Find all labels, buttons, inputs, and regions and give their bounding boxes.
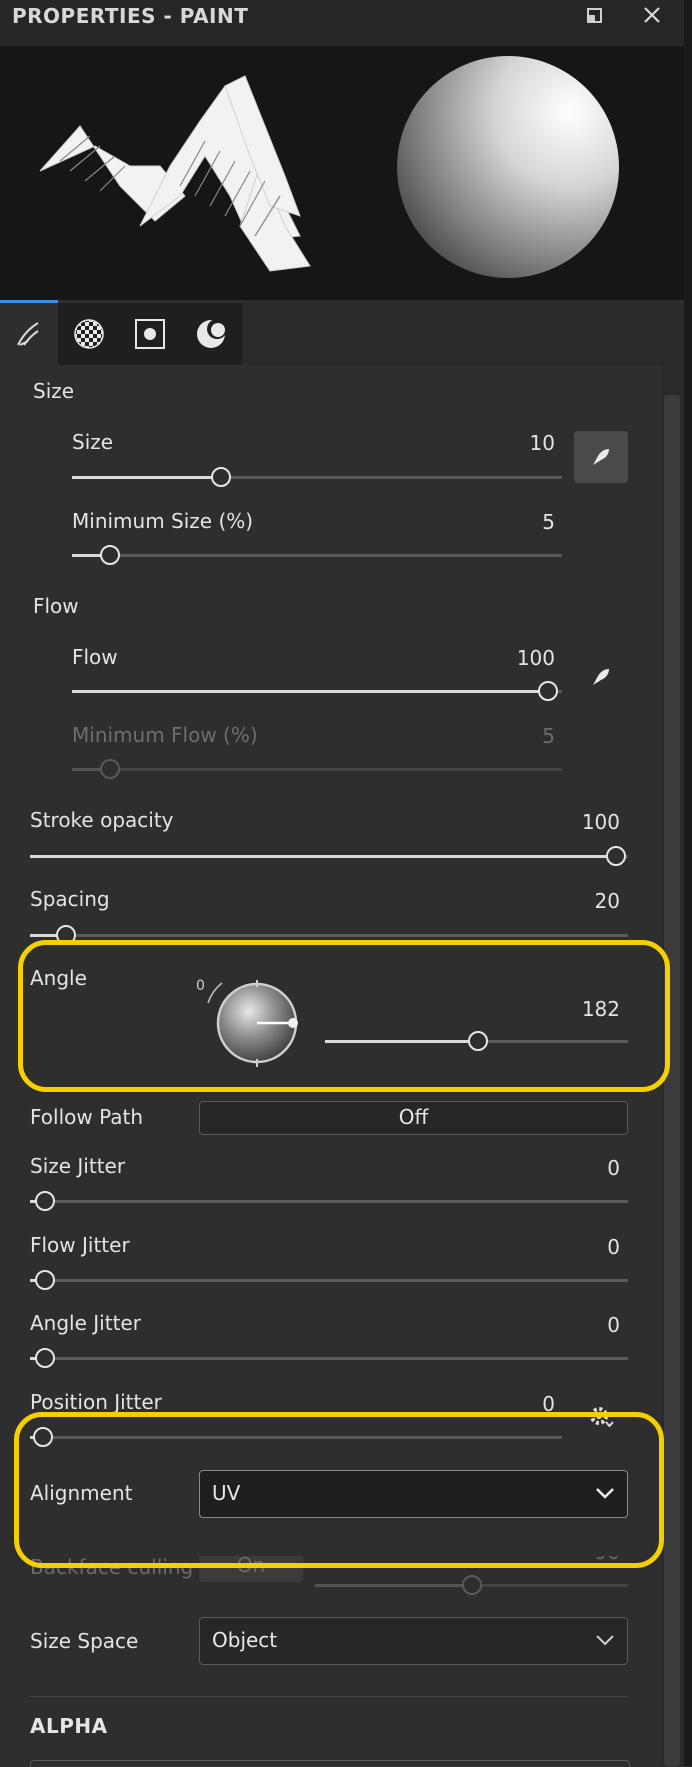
- pen-pressure-icon: [593, 669, 609, 685]
- position-jitter-settings-button[interactable]: [586, 1403, 616, 1433]
- size-space-label: Size Space: [30, 1629, 139, 1653]
- stroke-opacity-value[interactable]: 100: [540, 810, 620, 834]
- pen-pressure-icon: [593, 449, 609, 465]
- min-flow-label: Minimum Flow (%): [72, 723, 258, 747]
- angle-slider-thumb[interactable]: [468, 1031, 489, 1051]
- flow-pen-pressure-button[interactable]: [584, 660, 618, 694]
- flow-jitter-slider-thumb[interactable]: [34, 1270, 55, 1290]
- angle-value[interactable]: 182: [540, 997, 620, 1021]
- size-space-select-value: Object: [212, 1628, 278, 1652]
- angle-jitter-value[interactable]: 0: [540, 1313, 620, 1337]
- size-jitter-label: Size Jitter: [30, 1154, 126, 1178]
- min-size-label: Minimum Size (%): [72, 509, 254, 533]
- size-label: Size: [72, 430, 114, 454]
- section-divider: [30, 1696, 628, 1697]
- angle-jitter-slider[interactable]: [30, 1348, 628, 1368]
- angle-slider-fill: [325, 1040, 479, 1043]
- brush-icon: [17, 322, 39, 346]
- panel-edge: [684, 0, 692, 1766]
- angle-jitter-label: Angle Jitter: [30, 1311, 141, 1335]
- backface-angle-slider-thumb[interactable]: [461, 1575, 482, 1595]
- size-jitter-slider-thumb[interactable]: [34, 1191, 55, 1211]
- min-size-slider[interactable]: [72, 545, 562, 565]
- flow-slider-thumb[interactable]: [538, 681, 559, 701]
- flow-value[interactable]: 100: [475, 646, 555, 670]
- angle-dial[interactable]: [200, 975, 310, 1075]
- flow-jitter-label: Flow Jitter: [30, 1233, 130, 1257]
- position-jitter-label: Position Jitter: [30, 1390, 162, 1414]
- size-slider-fill: [72, 476, 222, 479]
- gear-icon: [590, 1407, 614, 1428]
- stroke-opacity-slider-fill: [30, 855, 617, 858]
- size-pen-pressure-button[interactable]: [574, 431, 628, 483]
- angle-jitter-slider-thumb[interactable]: [34, 1348, 55, 1368]
- position-jitter-slider-thumb[interactable]: [33, 1427, 54, 1447]
- alignment-select-value: UV: [212, 1481, 241, 1505]
- position-jitter-slider[interactable]: [30, 1427, 562, 1447]
- panel-title: PROPERTIES - PAINT: [12, 4, 249, 28]
- stroke-opacity-slider[interactable]: [30, 846, 628, 866]
- size-space-select[interactable]: Object: [199, 1617, 628, 1665]
- flow-slider-fill: [72, 690, 549, 693]
- stroke-opacity-label: Stroke opacity: [30, 808, 174, 832]
- tab-alpha[interactable]: [60, 303, 118, 365]
- stencil-icon: [135, 319, 165, 349]
- stroke-opacity-slider-thumb[interactable]: [606, 846, 627, 866]
- min-size-slider-thumb[interactable]: [100, 545, 121, 565]
- spacing-slider-thumb[interactable]: [55, 925, 76, 945]
- chevron-down-icon: [595, 1618, 615, 1662]
- size-group-heading: Size: [33, 379, 75, 403]
- material-icon: [197, 319, 227, 348]
- tab-brush[interactable]: [0, 303, 58, 365]
- flow-slider[interactable]: [72, 681, 562, 701]
- follow-path-toggle[interactable]: Off: [199, 1101, 628, 1135]
- follow-path-label: Follow Path: [30, 1105, 144, 1129]
- min-flow-slider: [72, 759, 562, 779]
- stroke-preview-image: [39, 56, 619, 278]
- backface-angle-slider-fill: [315, 1584, 472, 1587]
- flow-jitter-slider[interactable]: [30, 1270, 628, 1290]
- min-flow-value: 5: [542, 724, 555, 748]
- tab-stencil[interactable]: [121, 303, 179, 365]
- brush-preview: [0, 46, 684, 300]
- scrollbar-thumb[interactable]: [664, 395, 680, 1766]
- chevron-down-icon: [595, 1471, 615, 1515]
- flow-group-heading: Flow: [33, 594, 79, 618]
- position-jitter-value[interactable]: 0: [475, 1392, 555, 1416]
- backface-culling-label: Backface culling: [30, 1555, 194, 1579]
- spacing-value[interactable]: 20: [540, 889, 620, 913]
- alignment-select[interactable]: UV: [199, 1470, 628, 1518]
- angle-slider[interactable]: [325, 1031, 628, 1051]
- backface-angle-slider[interactable]: [315, 1575, 628, 1595]
- alpha-section-heading[interactable]: ALPHA: [30, 1714, 108, 1738]
- spacing-slider[interactable]: [30, 925, 628, 945]
- flow-jitter-value[interactable]: 0: [540, 1235, 620, 1259]
- angle-label: Angle: [30, 966, 87, 990]
- size-slider-thumb[interactable]: [211, 467, 232, 487]
- checker-icon: [74, 319, 104, 349]
- size-jitter-slider[interactable]: [30, 1191, 628, 1211]
- spacing-label: Spacing: [30, 887, 110, 911]
- min-size-value[interactable]: 5: [475, 510, 555, 534]
- flow-label: Flow: [72, 645, 118, 669]
- tab-material[interactable]: [182, 303, 240, 365]
- restore-icon[interactable]: [580, 4, 610, 34]
- min-flow-slider-thumb: [100, 759, 121, 779]
- size-slider[interactable]: [72, 467, 562, 487]
- alignment-label: Alignment: [30, 1481, 133, 1505]
- size-jitter-value[interactable]: 0: [540, 1156, 620, 1180]
- close-icon[interactable]: [637, 4, 667, 34]
- size-value[interactable]: 10: [475, 431, 555, 455]
